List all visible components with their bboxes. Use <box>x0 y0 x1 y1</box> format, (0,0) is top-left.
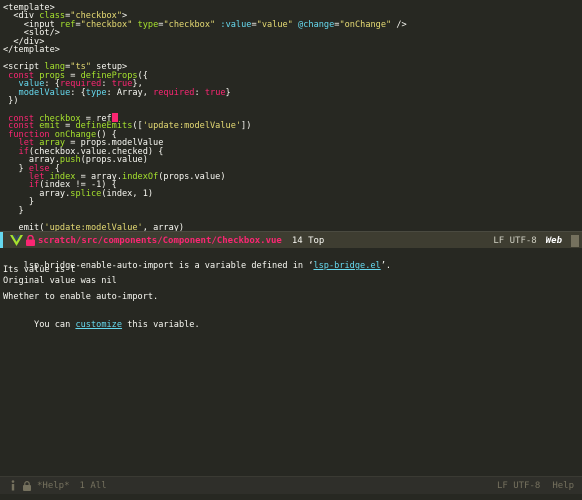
code-token: required <box>153 87 195 98</box>
encoding-indicator[interactable]: LF UTF-8 <box>493 236 536 246</box>
vue-icon <box>10 234 23 247</box>
scroll-indicator <box>571 234 579 247</box>
code-token: : <box>194 87 205 98</box>
code-token: (props.value) <box>80 155 148 166</box>
info-icon <box>9 480 17 491</box>
code-token: push <box>59 155 81 166</box>
code-token: indexOf <box>122 172 159 182</box>
code-token: 'update:modelValue' <box>44 222 143 231</box>
major-mode-indicator[interactable]: Help <box>552 481 574 491</box>
editor-mode-line: scratch/src/components/Component/Checkbo… <box>0 231 582 249</box>
customize-line: You can customize this variable. <box>23 320 200 330</box>
code-token: 'update:modelValue' <box>142 121 242 132</box>
code-token: , array) <box>142 222 185 231</box>
code-token: : { <box>70 87 86 98</box>
cursor-position: 14 Top <box>291 235 325 246</box>
code-line: emit('update:modelValue', array) <box>3 222 185 231</box>
code-token: ([ <box>132 121 143 132</box>
code-token: type <box>85 87 107 98</box>
major-mode-indicator[interactable]: Web <box>546 236 562 246</box>
code-token: :value <box>220 19 252 30</box>
code-token: (props.value) <box>158 172 226 182</box>
docstring-line: Whether to enable auto-import. <box>3 292 159 302</box>
code-token: type <box>137 19 159 30</box>
customize-link[interactable]: customize <box>75 320 122 330</box>
code-token: @change <box>298 19 335 30</box>
code-token: "onChange" <box>339 19 392 30</box>
active-window-indicator <box>0 232 3 249</box>
cursor-position: 1 All <box>79 480 107 491</box>
code-token: true <box>204 87 226 98</box>
code-token: "checkbox" <box>163 19 216 30</box>
code-token: (index, 1) <box>101 188 154 199</box>
code-token: } <box>3 205 24 216</box>
echo-area[interactable] <box>0 494 582 500</box>
code-line: } <box>3 206 24 217</box>
help-definition-line: lsp-bridge-enable-auto-import is a varia… <box>23 261 392 271</box>
original-value-line: Original value was nil <box>3 276 117 286</box>
code-token: } <box>225 87 231 98</box>
buffer-file-path[interactable]: scratch/src/components/Component/Checkbo… <box>38 236 282 246</box>
code-editor-window[interactable]: <template> <div class="checkbox"> <input… <box>0 0 582 231</box>
code-token: /> <box>391 19 407 30</box>
code-token: </template> <box>3 45 60 56</box>
lock-icon <box>26 234 35 246</box>
code-token: "value" <box>256 19 293 30</box>
code-token: "checkbox" <box>80 19 133 30</box>
source-file-link[interactable]: lsp-bridge.el <box>313 261 380 271</box>
code-line: <input ref="checkbox" type="checkbox" :v… <box>3 20 407 31</box>
code-token: ref <box>59 19 76 30</box>
buffer-name[interactable]: *Help* <box>37 481 70 491</box>
code-token: : Array, <box>106 87 154 98</box>
code-token: splice <box>70 188 102 199</box>
encoding-indicator[interactable]: LF UTF-8 <box>497 481 540 491</box>
code-line: }) <box>3 95 19 107</box>
code-token: }) <box>3 95 19 106</box>
code-token: ]) <box>241 121 252 132</box>
code-line: modelValue: {type: Array, required: true… <box>3 88 231 99</box>
help-buffer-window[interactable]: lsp-bridge-enable-auto-import is a varia… <box>0 248 582 476</box>
lock-icon <box>23 480 31 491</box>
help-mode-line: *Help* 1 All LF UTF-8 Help <box>0 476 582 494</box>
code-line: </template> <box>3 45 60 56</box>
code-token: emit( <box>3 222 45 231</box>
